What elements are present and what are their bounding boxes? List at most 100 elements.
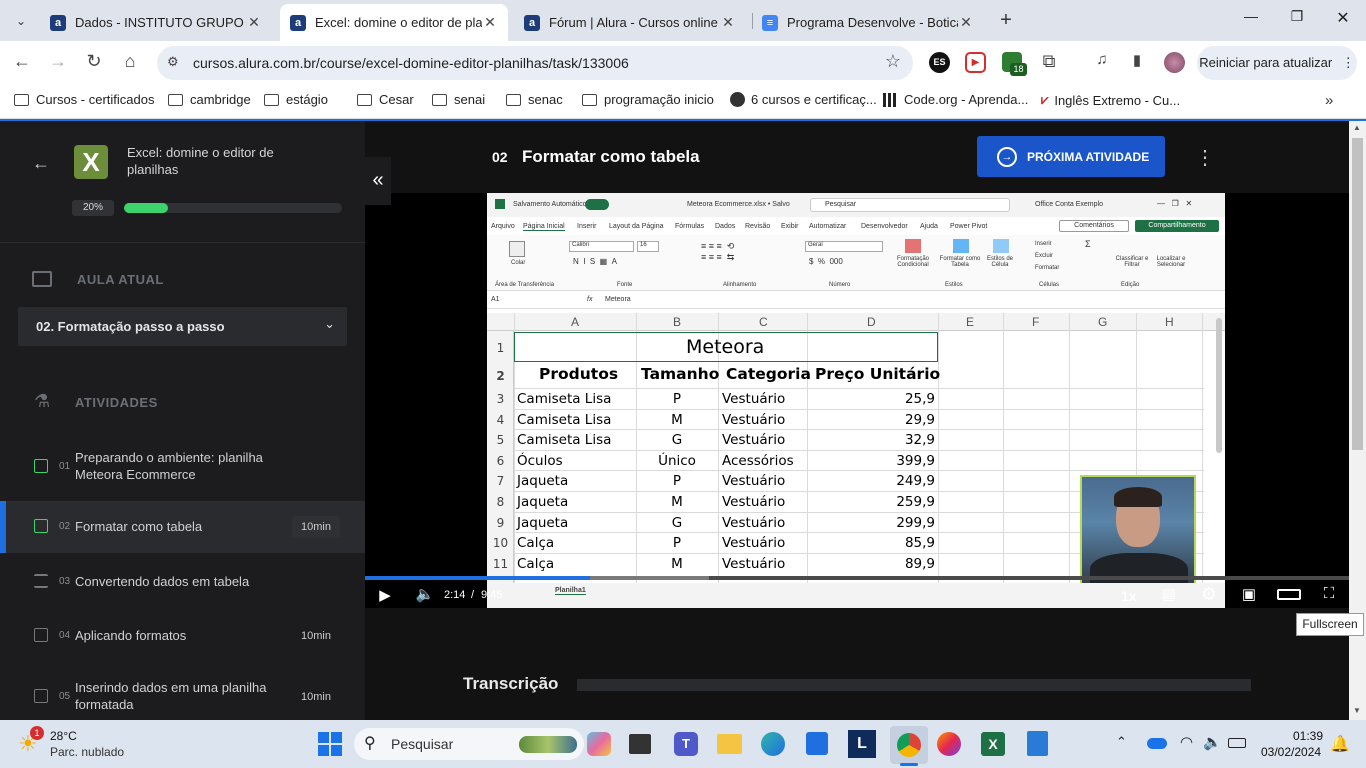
- close-tab-icon[interactable]: ✕: [720, 14, 736, 31]
- settings-gear-icon[interactable]: ⚙: [1197, 584, 1221, 605]
- clock-date[interactable]: 03/02/2024: [1261, 745, 1321, 759]
- taskbar-search[interactable]: ⚲ Pesquisar: [354, 728, 584, 760]
- home-icon[interactable]: ⌂: [118, 51, 142, 72]
- file-explorer-icon[interactable]: [717, 734, 742, 754]
- back-arrow-icon[interactable]: ←: [30, 153, 52, 175]
- bookmark-item[interactable]: estágio: [264, 92, 328, 107]
- bookmark-item[interactable]: 6 cursos e certificaç...: [730, 92, 877, 107]
- wifi-icon[interactable]: ◠: [1180, 733, 1193, 751]
- video-progress-track[interactable]: [365, 576, 1349, 580]
- close-tab-icon[interactable]: ✕: [482, 14, 498, 31]
- start-button[interactable]: [318, 732, 342, 756]
- chrome-active-indicator: [900, 763, 918, 766]
- store-icon[interactable]: [806, 732, 828, 755]
- copilot-icon[interactable]: [587, 732, 611, 756]
- video-time-current: 2:14: [444, 589, 466, 601]
- video-player[interactable]: Salvamento Automático Meteora Ecommerce.…: [365, 193, 1349, 608]
- delete-cells-label: Excluir: [1035, 253, 1054, 259]
- battery-icon[interactable]: [1228, 738, 1246, 748]
- task-view-icon[interactable]: [629, 734, 651, 754]
- folder-icon: [357, 93, 372, 106]
- activity-item[interactable]: 05 Inserindo dados em uma planilha forma…: [0, 669, 365, 720]
- clock-time[interactable]: 01:39: [1293, 729, 1323, 743]
- chrome-icon[interactable]: [890, 726, 928, 764]
- fullscreen-icon[interactable]: ⛶: [1317, 585, 1341, 602]
- teams-icon[interactable]: T: [674, 732, 698, 756]
- category-cell: Vestuário: [722, 411, 786, 428]
- new-tab-button[interactable]: +: [994, 8, 1018, 32]
- search-icon: ⚲: [364, 735, 376, 752]
- extensions-puzzle-icon[interactable]: ⧉: [1037, 51, 1061, 72]
- restart-to-update-button[interactable]: Reiniciar para atualizar ⋮: [1197, 46, 1357, 80]
- bookmark-item[interactable]: senac: [506, 92, 563, 107]
- product-cell: Camiseta Lisa: [517, 432, 612, 449]
- captions-icon[interactable]: ▤: [1157, 585, 1181, 603]
- tab-search-button[interactable]: ⌄: [10, 10, 32, 32]
- alura-l-icon[interactable]: L: [848, 730, 876, 758]
- bookmark-item[interactable]: ⩗ Inglês Extremo - Cu...: [1041, 92, 1180, 108]
- scroll-thumb[interactable]: [1352, 138, 1363, 450]
- picture-in-picture-icon[interactable]: ▣: [1237, 585, 1261, 603]
- playback-speed-button[interactable]: 1x: [1121, 588, 1137, 604]
- firefox-icon[interactable]: [937, 732, 961, 756]
- side-panel-icon[interactable]: ▮: [1125, 51, 1149, 69]
- weather-widget[interactable]: ☀ 1 28°C Parc. nublado: [14, 726, 154, 762]
- bookmark-item[interactable]: Code.org - Aprenda...: [883, 92, 1028, 107]
- activity-item[interactable]: 04 Aplicando formatos 10min: [0, 611, 365, 659]
- address-bar[interactable]: ⚙ cursos.alura.com.br/course/excel-domin…: [157, 46, 913, 80]
- back-icon[interactable]: ←: [10, 51, 34, 72]
- site-info-icon[interactable]: ⚙: [167, 54, 179, 70]
- collapse-sidebar-button[interactable]: «: [365, 157, 391, 205]
- bookmark-star-icon[interactable]: ☆: [885, 51, 901, 72]
- onedrive-icon[interactable]: [1147, 738, 1167, 749]
- bookmark-item[interactable]: programação inicio: [582, 92, 714, 107]
- browser-tab-4[interactable]: ≡ Programa Desenvolve - Boticári ✕: [752, 4, 984, 41]
- maximize-window-button[interactable]: ❐: [1282, 8, 1312, 32]
- close-tab-icon[interactable]: ✕: [246, 14, 262, 31]
- tab-title: Dados - INSTITUTO GRUPO BO: [75, 15, 246, 30]
- profile-avatar[interactable]: [1164, 52, 1185, 73]
- browser-tab-1[interactable]: a Dados - INSTITUTO GRUPO BO ✕: [40, 4, 272, 41]
- scroll-down-icon[interactable]: ▼: [1353, 706, 1361, 715]
- media-control-icon[interactable]: ♫: [1090, 51, 1114, 68]
- close-tab-icon[interactable]: ✕: [958, 14, 974, 31]
- ribbon-group-label: Fonte: [617, 282, 633, 288]
- activity-name: Aplicando formatos: [75, 628, 187, 643]
- activity-item-active[interactable]: 02 Formatar como tabela 10min: [0, 501, 365, 553]
- activity-number: 05: [59, 691, 71, 702]
- browser-tab-2[interactable]: a Excel: domine o editor de plani ✕: [280, 4, 508, 41]
- more-menu-icon[interactable]: ⋮: [1342, 55, 1355, 70]
- bookmark-item[interactable]: senai: [432, 92, 485, 107]
- ie-icon: ⩗: [1041, 92, 1049, 107]
- excel-icon[interactable]: X: [981, 732, 1005, 756]
- format-table-label: Formatar como Tabela: [939, 256, 981, 268]
- more-bookmarks-icon[interactable]: »: [1325, 92, 1333, 109]
- browser-tab-3[interactable]: a Fórum | Alura - Cursos online d ✕: [514, 4, 746, 41]
- speaker-icon[interactable]: 🔈: [1203, 733, 1222, 751]
- notification-bell-icon[interactable]: 🔔: [1330, 734, 1350, 754]
- show-hidden-icons[interactable]: ⌃: [1116, 734, 1127, 750]
- edge-icon[interactable]: [761, 732, 785, 756]
- scroll-up-icon[interactable]: ▲: [1353, 123, 1361, 132]
- bookmark-item[interactable]: Cesar: [357, 92, 414, 107]
- activity-item[interactable]: 01 Preparando o ambiente: planilha Meteo…: [0, 441, 365, 493]
- bookmark-item[interactable]: cambridge: [168, 92, 251, 107]
- activity-item[interactable]: 03 Convertendo dados em tabela: [0, 557, 365, 605]
- reload-icon[interactable]: ↻: [82, 51, 106, 72]
- notepad-icon[interactable]: [1027, 731, 1048, 756]
- cond-format-icon: [905, 239, 921, 253]
- tab-title: Excel: domine o editor de plani: [315, 15, 482, 30]
- extension-es-icon[interactable]: ES: [929, 52, 950, 73]
- forward-icon[interactable]: →: [46, 51, 70, 72]
- minimize-window-button[interactable]: —: [1236, 8, 1266, 32]
- play-icon[interactable]: ▶: [373, 586, 397, 604]
- current-lesson-dropdown[interactable]: 02. Formatação passo a passo ⌄: [18, 307, 347, 346]
- lesson-more-menu-icon[interactable]: ⋮: [1195, 145, 1215, 170]
- activity-name: Convertendo dados em tabela: [75, 574, 250, 589]
- extension-red-icon[interactable]: ▶: [965, 52, 986, 73]
- theater-mode-icon[interactable]: [1277, 589, 1301, 600]
- next-activity-button[interactable]: → PRÓXIMA ATIVIDADE: [977, 136, 1165, 177]
- close-window-button[interactable]: ✕: [1328, 8, 1358, 32]
- bookmark-item[interactable]: Cursos - certificados: [14, 92, 154, 107]
- volume-icon[interactable]: 🔈: [413, 585, 437, 603]
